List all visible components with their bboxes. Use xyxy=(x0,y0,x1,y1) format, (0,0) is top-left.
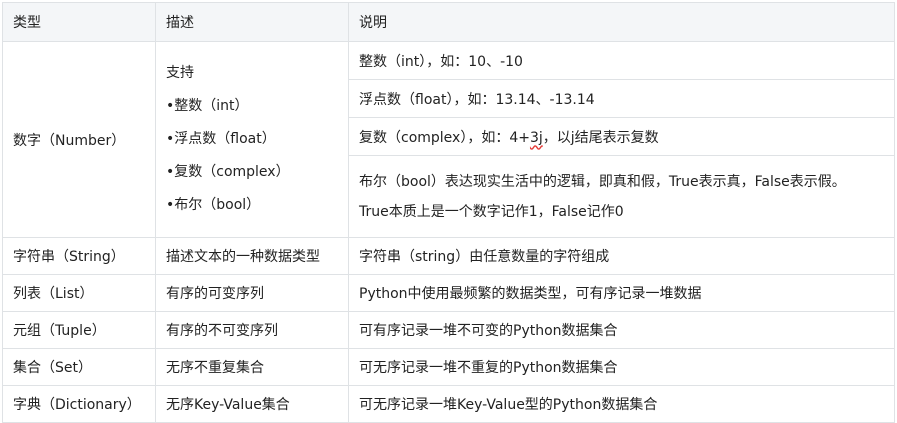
desc-cell: 描述文本的一种数据类型 xyxy=(155,237,349,275)
desc-cell-number: 支持 •整数（int） •浮点数（float） •复数（complex） •布尔… xyxy=(155,41,349,238)
header-type: 类型 xyxy=(2,2,156,42)
header-row: 类型 描述 说明 xyxy=(2,2,895,42)
header-description: 描述 xyxy=(155,2,349,42)
table-row: 元组（Tuple） 有序的不可变序列 可有序记录一堆不可变的Python数据集合 xyxy=(2,311,895,349)
type-cell: 元组（Tuple） xyxy=(2,311,156,349)
note-cell: 可无序记录一堆不重复的Python数据集合 xyxy=(348,348,895,386)
spellcheck-marked-3j: 3j xyxy=(529,129,543,146)
table-row-number: 数字（Number） 支持 •整数（int） •浮点数（float） •复数（c… xyxy=(2,41,895,238)
bool-note-line-2: True本质上是一个数字记作1，False记作0 xyxy=(359,203,624,220)
desc-line-int: •整数（int） xyxy=(166,98,249,114)
note-cell: 可无序记录一堆Key-Value型的Python数据集合 xyxy=(348,385,895,423)
note-cell-float: 浮点数（float），如：13.14、-13.14 xyxy=(348,79,895,118)
complex-note-post: ，以j结尾表示复数 xyxy=(542,129,659,146)
note-cell: Python中使用最频繁的数据类型，可有序记录一堆数据 xyxy=(348,274,895,312)
data-types-table: 类型 描述 说明 数字（Number） 支持 •整数（int） •浮点数（flo… xyxy=(2,2,895,423)
table-row: 集合（Set） 无序不重复集合 可无序记录一堆不重复的Python数据集合 xyxy=(2,348,895,386)
desc-cell: 无序Key-Value集合 xyxy=(155,385,349,423)
note-cell-int: 整数（int），如：10、-10 xyxy=(348,41,895,80)
table-row: 列表（List） 有序的可变序列 Python中使用最频繁的数据类型，可有序记录… xyxy=(2,274,895,312)
desc-line-float: •浮点数（float） xyxy=(166,131,276,147)
type-cell: 字典（Dictionary） xyxy=(2,385,156,423)
note-cell: 可有序记录一堆不可变的Python数据集合 xyxy=(348,311,895,349)
type-cell-number: 数字（Number） xyxy=(2,41,156,238)
desc-line-complex: •复数（complex） xyxy=(166,164,290,180)
bool-note-line-1: 布尔（bool）表达现实生活中的逻辑，即真和假，True表示真，False表示假… xyxy=(359,173,846,190)
desc-line-support: 支持 xyxy=(166,65,194,81)
complex-note-pre: 复数（complex），如：4+ xyxy=(359,129,530,146)
table-row: 字符串（String） 描述文本的一种数据类型 字符串（string）由任意数量… xyxy=(2,237,895,275)
desc-cell: 有序的不可变序列 xyxy=(155,311,349,349)
type-cell: 字符串（String） xyxy=(2,237,156,275)
desc-line-bool: •布尔（bool） xyxy=(166,197,261,213)
desc-cell: 有序的可变序列 xyxy=(155,274,349,312)
desc-cell: 无序不重复集合 xyxy=(155,348,349,386)
note-cell: 字符串（string）由任意数量的字符组成 xyxy=(348,237,895,275)
header-notes: 说明 xyxy=(348,2,895,42)
table-row: 字典（Dictionary） 无序Key-Value集合 可无序记录一堆Key-… xyxy=(2,385,895,423)
type-cell: 列表（List） xyxy=(2,274,156,312)
type-cell: 集合（Set） xyxy=(2,348,156,386)
note-cell-complex: 复数（complex），如：4+3j，以j结尾表示复数 xyxy=(348,117,895,156)
note-cell-bool: 布尔（bool）表达现实生活中的逻辑，即真和假，True表示真，False表示假… xyxy=(348,155,895,238)
